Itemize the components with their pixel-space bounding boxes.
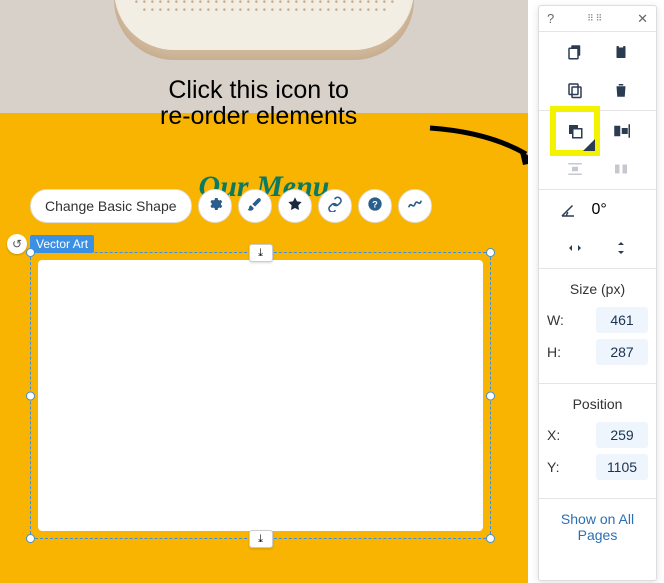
position-section: Position X: 259 Y: 1105	[539, 384, 656, 499]
undo-button[interactable]: ↺	[7, 234, 27, 254]
paintbrush-icon	[247, 196, 263, 217]
y-label: Y:	[547, 459, 569, 475]
resize-handle-bottom-left[interactable]	[26, 534, 35, 543]
annotation-line1: Click this icon to	[168, 76, 349, 104]
flip-vertical-button[interactable]	[611, 238, 631, 258]
distribute-icon	[566, 160, 584, 178]
copy-button[interactable]	[565, 42, 585, 62]
annotation-arrow	[428, 120, 528, 170]
show-on-all-pages-link[interactable]: Show on All Pages	[539, 499, 656, 555]
panel-close-button[interactable]: ✕	[637, 11, 648, 27]
width-input[interactable]: 461	[596, 307, 648, 333]
height-input[interactable]: 287	[596, 339, 648, 365]
link-icon	[327, 196, 343, 217]
panel-header: ? ⠿⠿ ✕	[539, 6, 656, 32]
gear-icon	[207, 196, 223, 217]
match-size-icon	[612, 160, 630, 178]
trash-icon	[612, 81, 630, 99]
rotate-flip-section: 0°	[539, 190, 656, 269]
flip-horizontal-button[interactable]	[565, 238, 585, 258]
x-label: X:	[547, 427, 569, 443]
width-label: W:	[547, 312, 569, 328]
stretch-handle-top[interactable]: ⤓	[249, 244, 273, 262]
copy-icon	[566, 43, 584, 61]
design-button[interactable]	[238, 189, 272, 223]
y-input[interactable]: 1105	[596, 454, 648, 480]
resize-handle-top-left[interactable]	[26, 248, 35, 257]
layers-order-icon	[566, 122, 584, 140]
height-label: H:	[547, 344, 569, 360]
size-title: Size (px)	[547, 281, 648, 297]
bowl-image	[114, 0, 414, 60]
properties-panel: ? ⠿⠿ ✕ 0°	[538, 5, 657, 581]
rotation-input[interactable]: 0°	[592, 201, 638, 219]
clipboard-section	[539, 32, 656, 111]
delete-button[interactable]	[611, 80, 631, 100]
help-button[interactable]: ?	[358, 189, 392, 223]
resize-handle-bottom-right[interactable]	[486, 534, 495, 543]
svg-text:?: ?	[372, 199, 378, 209]
animation-icon	[287, 196, 303, 217]
stretch-icon: ⤓	[258, 533, 263, 546]
tutorial-annotation: Click this icon to re-order elements	[160, 77, 357, 130]
rotate-button[interactable]	[558, 200, 578, 220]
help-icon: ?	[367, 196, 383, 217]
panel-drag-handle[interactable]: ⠿⠿	[587, 13, 604, 24]
x-input[interactable]: 259	[596, 422, 648, 448]
arrange-section	[539, 111, 656, 190]
undo-icon: ↺	[12, 237, 22, 251]
duplicate-icon	[566, 81, 584, 99]
selected-shape[interactable]: ⤓ ⤓	[30, 252, 491, 539]
element-floating-toolbar: Change Basic Shape ?	[30, 189, 432, 223]
resize-handle-middle-right[interactable]	[486, 391, 495, 400]
paste-icon	[612, 43, 630, 61]
align-icon	[612, 122, 630, 140]
align-button[interactable]	[611, 121, 631, 141]
resize-handle-top-right[interactable]	[486, 248, 495, 257]
panel-help-button[interactable]: ?	[547, 11, 554, 26]
scalloped-rectangle-shape	[38, 260, 483, 531]
resize-handle-middle-left[interactable]	[26, 391, 35, 400]
flip-vertical-icon	[612, 239, 630, 257]
dropdown-indicator-icon	[583, 139, 595, 151]
annotation-line2: re-order elements	[160, 102, 357, 130]
arrange-button[interactable]	[565, 121, 585, 141]
stretch-icon: ⤓	[258, 247, 263, 260]
position-title: Position	[547, 396, 648, 412]
duplicate-button[interactable]	[565, 80, 585, 100]
settings-button[interactable]	[198, 189, 232, 223]
distribute-button	[565, 159, 585, 179]
size-section: Size (px) W: 461 H: 287	[539, 269, 656, 384]
link-button[interactable]	[318, 189, 352, 223]
squiggle-icon	[407, 196, 423, 217]
paste-button[interactable]	[611, 42, 631, 62]
selection-type-label: Vector Art	[30, 235, 94, 253]
change-basic-shape-button[interactable]: Change Basic Shape	[30, 189, 192, 223]
animation-button[interactable]	[278, 189, 312, 223]
angle-icon	[559, 201, 577, 219]
editor-canvas: Click this icon to re-order elements Our…	[0, 0, 528, 583]
stretch-handle-bottom[interactable]: ⤓	[249, 530, 273, 548]
path-button[interactable]	[398, 189, 432, 223]
match-size-button	[611, 159, 631, 179]
flip-horizontal-icon	[566, 239, 584, 257]
